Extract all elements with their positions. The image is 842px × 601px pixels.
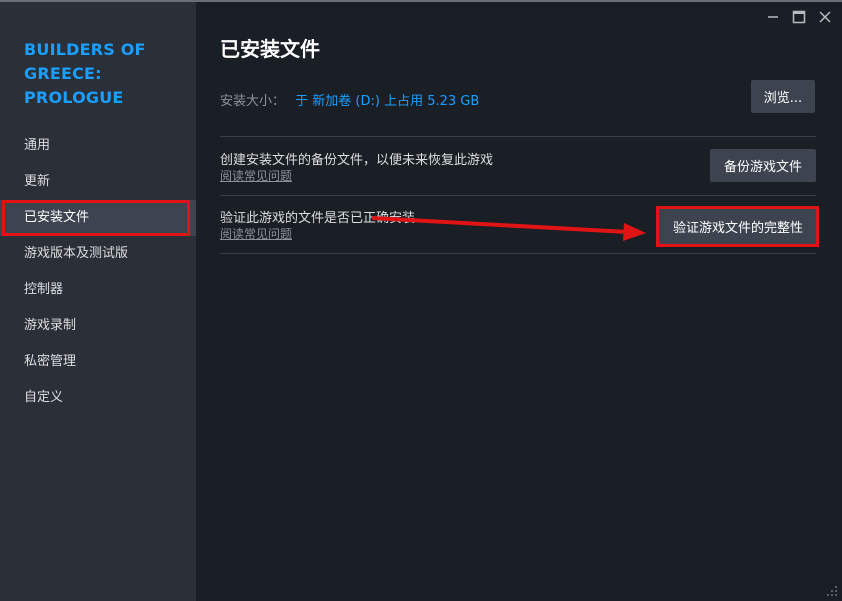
install-size-label: 安装大小： [220,94,286,109]
backup-faq-link[interactable]: 阅读常见问题 [220,167,292,184]
main-panel: 已安装文件 安装大小： 于 新加卷 (D:) 上占用 5.23 GB 浏览...… [196,2,842,601]
close-icon[interactable] [812,6,838,28]
sidebar-item-general[interactable]: 通用 [0,128,196,164]
backup-description: 创建安装文件的备份文件，以便未来恢复此游戏 [220,153,494,168]
sidebar-item-betas[interactable]: 游戏版本及测试版 [0,236,196,272]
browse-button[interactable]: 浏览... [751,80,815,113]
sidebar-item-privacy[interactable]: 私密管理 [0,344,196,380]
steam-properties-window: BUILDERS OF GREECE: PROLOGUE 通用 更新 已安装文件… [0,0,842,601]
sidebar-nav: 通用 更新 已安装文件 游戏版本及测试版 控制器 游戏录制 私密管理 自定义 [0,128,196,416]
install-size-value: 于 新加卷 (D:) 上占用 5.23 GB [295,94,480,109]
backup-game-files-button[interactable]: 备份游戏文件 [710,149,816,182]
sidebar-item-updates[interactable]: 更新 [0,164,196,200]
divider [220,195,816,196]
divider [220,253,816,254]
verify-description: 验证此游戏的文件是否已正确安装 [220,211,416,226]
resize-grip-icon[interactable] [826,585,838,597]
window-controls [760,6,838,28]
page-title: 已安装文件 [220,37,320,61]
sidebar-item-customization[interactable]: 自定义 [0,380,196,416]
minimize-icon[interactable] [760,6,786,28]
game-title: BUILDERS OF GREECE: PROLOGUE [24,40,146,107]
verify-faq-link[interactable]: 阅读常见问题 [220,225,292,242]
sidebar-item-controller[interactable]: 控制器 [0,272,196,308]
sidebar-item-installed-files[interactable]: 已安装文件 [0,200,196,236]
sidebar-item-game-recording[interactable]: 游戏录制 [0,308,196,344]
divider [220,136,816,137]
maximize-icon[interactable] [786,6,812,28]
sidebar: BUILDERS OF GREECE: PROLOGUE 通用 更新 已安装文件… [0,2,196,601]
install-size-row: 安装大小： 于 新加卷 (D:) 上占用 5.23 GB [220,90,479,109]
verify-integrity-button[interactable]: 验证游戏文件的完整性 [658,207,818,246]
